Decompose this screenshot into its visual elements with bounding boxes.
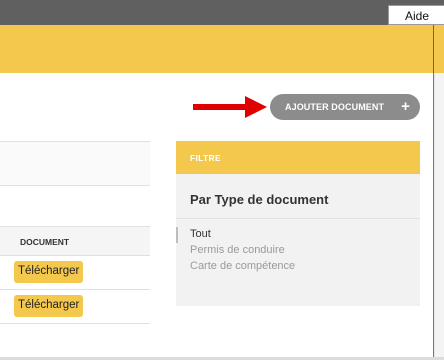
divider bbox=[176, 218, 420, 219]
plus-icon: + bbox=[401, 98, 410, 115]
add-document-label: AJOUTER DOCUMENT bbox=[285, 102, 385, 112]
filter-item-label: Tout bbox=[190, 228, 211, 240]
filter-item-label: Carte de compétence bbox=[190, 260, 296, 272]
filter-item-tout[interactable]: Tout bbox=[176, 227, 420, 243]
yellow-header-band bbox=[0, 25, 444, 73]
add-document-button[interactable]: AJOUTER DOCUMENT + bbox=[270, 94, 420, 120]
divider bbox=[0, 141, 150, 142]
table-row: Télécharger bbox=[0, 256, 150, 290]
filter-title: Par Type de document bbox=[190, 192, 329, 207]
column-header-document: DOCUMENT bbox=[20, 237, 70, 247]
filter-list: Tout Permis de conduire Carte de compéte… bbox=[176, 227, 420, 275]
download-button[interactable]: Télécharger bbox=[14, 261, 84, 283]
right-scroll-edge bbox=[434, 73, 444, 360]
top-bar: Aide bbox=[0, 0, 444, 25]
red-arrow-annotation-icon bbox=[193, 96, 267, 118]
table-row: Télécharger bbox=[0, 290, 150, 324]
list-panel-section bbox=[0, 141, 150, 185]
download-button[interactable]: Télécharger bbox=[14, 295, 84, 317]
active-marker bbox=[176, 227, 178, 243]
filter-header: FILTRE bbox=[176, 141, 420, 174]
filter-item-label: Permis de conduire bbox=[190, 244, 285, 256]
divider bbox=[0, 185, 150, 186]
filter-item-carte[interactable]: Carte de compétence bbox=[176, 259, 420, 275]
filter-item-permis[interactable]: Permis de conduire bbox=[176, 243, 420, 259]
filter-panel: FILTRE Par Type de document Tout Permis … bbox=[176, 141, 420, 306]
help-button[interactable]: Aide bbox=[388, 5, 444, 25]
table-header-row: DOCUMENT bbox=[0, 226, 150, 256]
window-frame-edge bbox=[433, 25, 434, 360]
